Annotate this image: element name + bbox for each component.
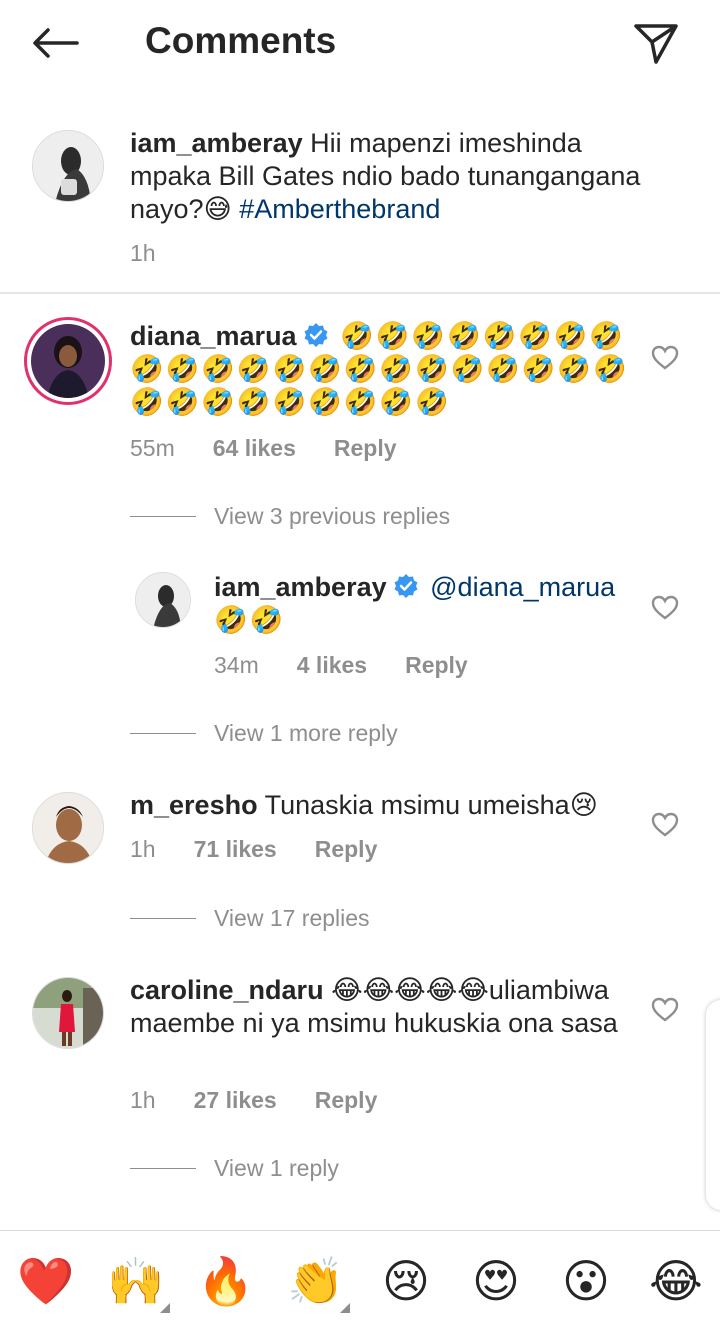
share-button[interactable]: [628, 16, 684, 72]
reaction-heart[interactable]: ❤️: [17, 1253, 74, 1309]
comment-meta: 34m 4 likes Reply: [214, 652, 506, 679]
divider: [0, 292, 720, 294]
comment-username[interactable]: iam_amberay: [214, 572, 387, 602]
likes-count[interactable]: 4 likes: [297, 652, 367, 678]
view-replies-label: View 17 replies: [214, 905, 370, 931]
comment-time: 55m: [130, 435, 175, 461]
heart-outline-icon[interactable]: [651, 996, 679, 1024]
heart-outline-icon[interactable]: [651, 811, 679, 839]
comment-meta: 55m 64 likes Reply: [130, 435, 435, 462]
avatar[interactable]: [32, 792, 104, 864]
reply-button[interactable]: Reply: [405, 652, 468, 678]
likes-count[interactable]: 27 likes: [194, 1087, 277, 1113]
comment-meta: 1h 71 likes Reply: [130, 836, 415, 863]
corner-indicator-icon: [340, 1303, 350, 1313]
reply-button[interactable]: Reply: [334, 435, 397, 461]
heart-outline-icon[interactable]: [651, 594, 679, 622]
view-replies-button[interactable]: View 1 more reply: [130, 720, 398, 747]
reaction-laughing[interactable]: 😂: [648, 1253, 704, 1309]
avatar[interactable]: [32, 977, 104, 1049]
divider: [130, 918, 196, 919]
reaction-raising-hands-label: 🙌: [107, 1255, 165, 1307]
avatar[interactable]: [32, 130, 104, 202]
avatar[interactable]: [135, 572, 191, 628]
quick-reactions-bar: ❤️ 🙌 🔥 👏 😢 😍 😮 😂: [0, 1230, 720, 1333]
comment-time: 1h: [130, 1087, 156, 1113]
next-comment-partial: [46, 1222, 466, 1230]
likes-count[interactable]: 71 likes: [194, 836, 277, 862]
top-bar: Comments: [0, 0, 720, 88]
reaction-clapping[interactable]: 👏: [287, 1253, 350, 1313]
comment-time: 34m: [214, 652, 259, 678]
reply-button[interactable]: Reply: [315, 836, 378, 862]
caption-time: 1h: [130, 240, 156, 266]
caption-hashtag[interactable]: #Amberthebrand: [239, 194, 440, 224]
view-replies-label: View 3 previous replies: [214, 503, 451, 529]
reaction-raising-hands[interactable]: 🙌: [107, 1253, 170, 1313]
comment-username[interactable]: caroline_ndaru: [130, 975, 324, 1005]
avatar[interactable]: [24, 317, 112, 405]
comment-mention[interactable]: @diana_marua: [430, 572, 615, 602]
scrollbar-handle[interactable]: [706, 1000, 720, 1210]
verified-badge-icon: [304, 323, 328, 347]
view-replies-button[interactable]: View 17 replies: [130, 905, 370, 932]
arrow-left-icon: [33, 28, 79, 58]
heart-outline-icon[interactable]: [651, 344, 679, 372]
post-caption: iam_amberay Hii mapenzi imeshinda mpaka …: [0, 115, 720, 292]
view-replies-label: View 1 reply: [214, 1155, 339, 1181]
reaction-clapping-label: 👏: [287, 1255, 345, 1307]
view-replies-label: View 1 more reply: [214, 720, 398, 746]
paper-plane-icon: [634, 24, 678, 64]
corner-indicator-icon: [160, 1303, 170, 1313]
comment-body: Tunaskia msimu umeisha😢: [264, 790, 598, 820]
comment-meta: 1h 27 likes Reply: [130, 1087, 415, 1114]
comment-text: m_eresho Tunaskia msimu umeisha😢: [130, 789, 630, 822]
view-replies-button[interactable]: View 1 reply: [130, 1155, 339, 1182]
verified-badge-icon: [394, 574, 418, 598]
reply-button[interactable]: Reply: [315, 1087, 378, 1113]
page-title: Comments: [145, 20, 337, 61]
reaction-crying[interactable]: 😢: [378, 1253, 434, 1309]
comment-time: 1h: [130, 836, 156, 862]
comment-text: iam_amberay @diana_marua 🤣🤣: [214, 571, 634, 637]
view-replies-button[interactable]: View 3 previous replies: [130, 503, 450, 530]
caption-username[interactable]: iam_amberay: [130, 128, 303, 158]
divider: [130, 516, 196, 517]
reaction-surprised[interactable]: 😮: [558, 1253, 614, 1309]
comment-username[interactable]: diana_marua: [130, 321, 297, 351]
reaction-heart-eyes[interactable]: 😍: [468, 1253, 524, 1309]
reaction-fire[interactable]: 🔥: [197, 1253, 254, 1309]
divider: [130, 733, 196, 734]
comment-body: 🤣🤣: [214, 605, 286, 635]
comment-text: diana_marua 🤣🤣🤣🤣🤣🤣🤣🤣🤣🤣🤣🤣🤣🤣🤣🤣🤣🤣🤣🤣🤣🤣🤣🤣🤣🤣🤣🤣…: [130, 320, 630, 419]
divider: [130, 1168, 196, 1169]
back-button[interactable]: [26, 18, 84, 68]
caption-text: iam_amberay Hii mapenzi imeshinda mpaka …: [130, 127, 670, 226]
likes-count[interactable]: 64 likes: [213, 435, 296, 461]
comment-username[interactable]: m_eresho: [130, 790, 258, 820]
comment-text: caroline_ndaru 😂😂😂😂😂uliambiwa maembe ni …: [130, 974, 630, 1040]
